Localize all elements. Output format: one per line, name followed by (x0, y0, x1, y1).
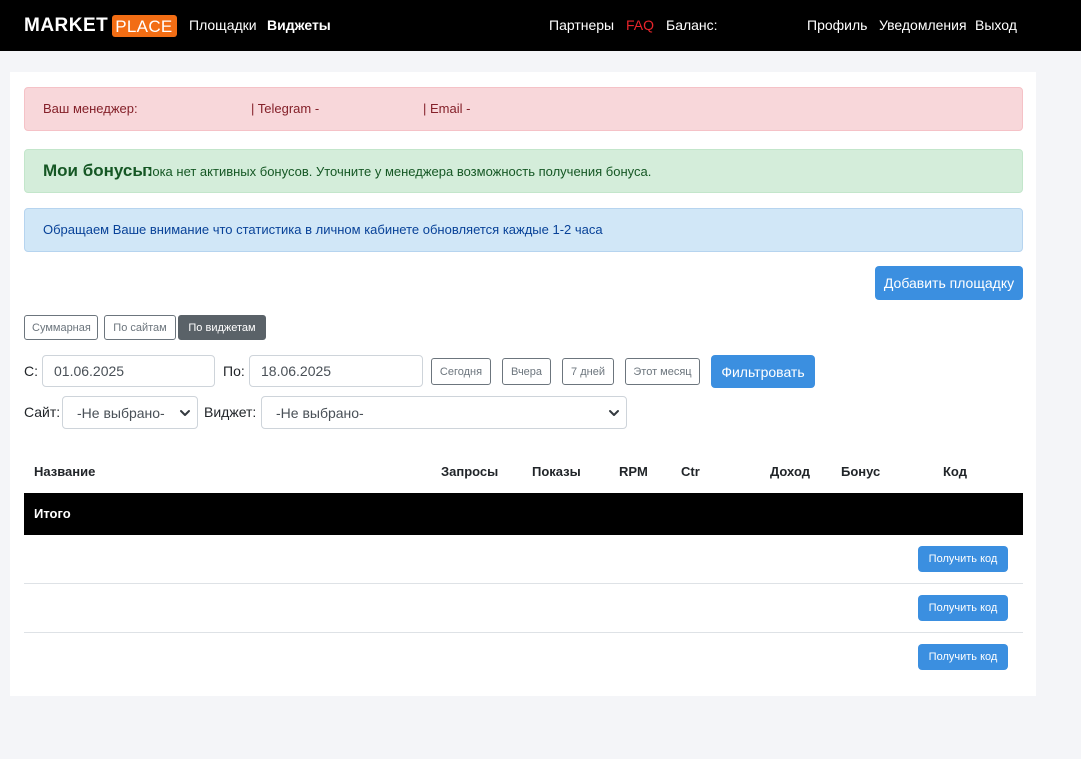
get-code-button[interactable]: Получить код (918, 595, 1008, 621)
column-header-ctr: Ctr (681, 464, 700, 479)
table-row: Получить код (24, 535, 1023, 584)
filter-button[interactable]: Фильтровать (711, 355, 815, 388)
site-filter-label: Сайт: (24, 404, 61, 420)
column-header-rpm: RPM (619, 464, 648, 479)
main-content: Ваш менеджер: | Telegram - | Email - Мои… (10, 72, 1036, 696)
bonus-alert: Мои бонусы: Пока нет активных бонусов. У… (24, 149, 1023, 193)
tab-by-widgets[interactable]: По виджетам (178, 315, 266, 340)
logo-text-market: MARKET (24, 15, 109, 36)
email-label: | Email - (423, 101, 471, 116)
table-total-row: Итого (24, 493, 1023, 535)
nav-link-notifications[interactable]: Уведомления (879, 16, 967, 34)
tab-summary[interactable]: Суммарная (24, 315, 98, 340)
this-month-button[interactable]: Этот месяц (625, 358, 700, 385)
bonus-text: Пока нет активных бонусов. Уточните у ме… (143, 164, 652, 179)
last-7-days-button[interactable]: 7 дней (562, 358, 614, 385)
stats-info-text: Обращаем Ваше внимание что статистика в … (43, 222, 603, 237)
date-to-input[interactable] (249, 355, 423, 387)
nav-link-partners[interactable]: Партнеры (549, 16, 614, 34)
get-code-button[interactable]: Получить код (918, 644, 1008, 670)
marketplace-logo[interactable]: MARKET PLACE (24, 14, 177, 37)
manager-alert: Ваш менеджер: | Telegram - | Email - (24, 87, 1023, 131)
column-header-bonus: Бонус (841, 464, 881, 479)
site-select-value: -Не выбрано- (77, 405, 165, 421)
column-header-requests: Запросы (441, 464, 499, 479)
column-header-code: Код (943, 464, 967, 479)
bonus-title: Мои бонусы: (43, 161, 153, 180)
chevron-down-icon (180, 410, 190, 416)
nav-link-sites[interactable]: Площадки (189, 16, 257, 34)
tab-by-sites[interactable]: По сайтам (104, 315, 176, 340)
column-header-name: Название (34, 464, 96, 479)
column-header-income: Доход (770, 464, 810, 479)
site-select[interactable]: -Не выбрано- (62, 396, 198, 429)
get-code-button[interactable]: Получить код (918, 546, 1008, 572)
date-to-label: По: (223, 363, 245, 379)
yesterday-button[interactable]: Вчера (502, 358, 551, 385)
nav-link-faq[interactable]: FAQ (626, 16, 654, 34)
widget-select-value: -Не выбрано- (276, 405, 364, 421)
widget-filter-label: Виджет: (204, 404, 257, 420)
table-row: Получить код (24, 584, 1023, 633)
top-navbar: MARKET PLACE Площадки Виджеты Партнеры F… (0, 0, 1081, 51)
telegram-label: | Telegram - (251, 101, 320, 116)
manager-label: Ваш менеджер: (43, 101, 138, 116)
add-site-button[interactable]: Добавить площадку (875, 266, 1023, 300)
nav-link-widgets[interactable]: Виджеты (267, 16, 331, 34)
date-from-input[interactable] (42, 355, 215, 387)
stats-info-alert: Обращаем Ваше внимание что статистика в … (24, 208, 1023, 252)
today-button[interactable]: Сегодня (431, 358, 491, 385)
nav-link-logout[interactable]: Выход (975, 16, 1017, 34)
total-label: Итого (34, 506, 71, 521)
logo-text-place: PLACE (112, 14, 177, 37)
chevron-down-icon (609, 410, 619, 416)
balance-label: Баланс: (666, 17, 718, 33)
nav-link-profile[interactable]: Профиль (807, 16, 867, 34)
column-header-impressions: Показы (532, 464, 581, 479)
table-row: Получить код (24, 633, 1023, 682)
date-from-label: С: (24, 363, 38, 379)
widget-select[interactable]: -Не выбрано- (261, 396, 627, 429)
